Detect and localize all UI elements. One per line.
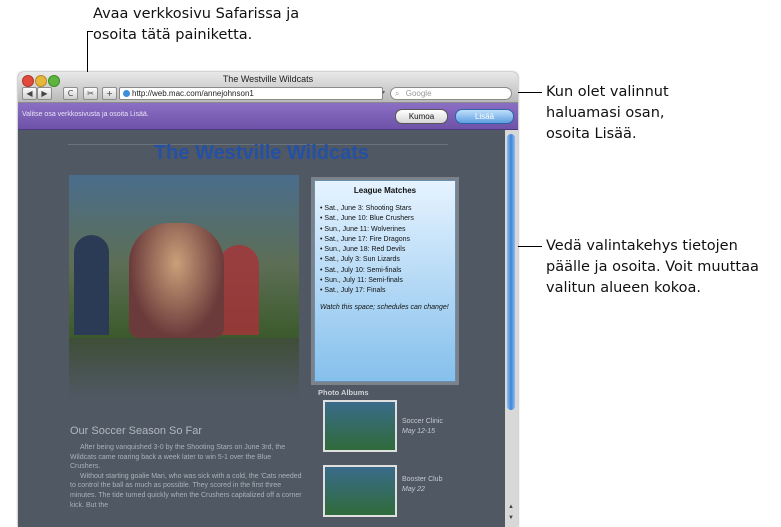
album-thumbnail[interactable] — [323, 465, 397, 517]
list-item: • Sun., July 11: Semi-finals — [320, 277, 403, 285]
albums-heading: Photo Albums — [318, 388, 369, 397]
web-clip-selection[interactable]: League Matches • Sat., June 3: Shooting … — [314, 180, 456, 382]
callout-line: Kun olet valinnut — [546, 84, 669, 100]
album-date: May 12-15 — [402, 428, 436, 435]
callout-leader — [87, 31, 93, 32]
search-placeholder: Google — [405, 89, 432, 98]
title-bar: The Westville Wildcats ◀ ▶ C ✂ + http://… — [18, 72, 518, 103]
globe-icon — [123, 90, 130, 97]
web-clip-instruction: Valitse osa verkkosivusta ja osoita Lisä… — [22, 111, 149, 118]
league-note: Watch this space; schedules can change! — [320, 303, 449, 311]
photo-figure — [129, 223, 224, 338]
site-title: The Westville Wildcats — [153, 142, 370, 164]
address-dropdown-icon[interactable]: ▾ — [382, 87, 389, 100]
list-item: • Sat., July 3: Sun Lizards — [320, 256, 400, 264]
add-bookmark-button[interactable]: + — [102, 87, 117, 100]
search-field[interactable]: ⌕ Google — [390, 87, 512, 100]
address-field[interactable]: http://web.mac.com/annejohnson1 — [119, 87, 383, 100]
web-clip-button[interactable]: ✂ — [83, 87, 98, 100]
photo-figure — [74, 235, 109, 335]
web-page: The Westville Wildcats League Matches • … — [18, 130, 505, 527]
photo-figure — [219, 245, 259, 335]
safari-window: The Westville Wildcats ◀ ▶ C ✂ + http://… — [18, 72, 518, 527]
league-list: • Sat., June 3: Shooting Stars • Sat., J… — [320, 204, 455, 297]
scroll-down-icon[interactable]: ▼ — [508, 515, 514, 521]
reload-button[interactable]: C — [63, 87, 78, 100]
add-button[interactable]: Lisää — [455, 109, 514, 124]
callout-leader — [514, 92, 542, 93]
list-item: • Sat., July 17: Finals — [320, 287, 386, 295]
album-title: Soccer Clinic — [402, 418, 443, 425]
list-item: • Sat., June 10: Blue Crushers — [320, 215, 414, 223]
list-item: • Sat., June 17: Fire Dragons — [320, 235, 410, 243]
callout-line: osoita Lisää. — [546, 126, 637, 142]
photo-reflection — [69, 338, 299, 398]
callout-line: Vedä valintakehys tietojen — [546, 238, 738, 254]
article-paragraph: After being vanquished 3-0 by the Shooti… — [70, 444, 286, 471]
back-button[interactable]: ◀ — [22, 87, 37, 100]
callout-line: osoita tätä painiketta. — [93, 27, 253, 43]
league-title: League Matches — [353, 186, 417, 195]
search-icon: ⌕ — [395, 89, 400, 98]
callout-line: haluamasi osan, — [546, 105, 665, 121]
album-date: May 22 — [402, 486, 425, 493]
vertical-scrollbar[interactable]: ▲ ▼ — [505, 130, 518, 527]
callout-frame: Vedä valintakehys tietojen päälle ja oso… — [546, 236, 759, 299]
window-title: The Westville Wildcats — [222, 74, 314, 84]
album-caption[interactable]: Soccer Clinic May 12-15 — [402, 417, 443, 437]
callout-open-page: Avaa verkkosivu Safarissa ja osoita tätä… — [93, 4, 299, 46]
list-item: • Sat., July 10: Semi-finals — [320, 266, 402, 274]
cancel-button[interactable]: Kumoa — [395, 109, 448, 124]
article-body: After being vanquished 3-0 by the Shooti… — [70, 443, 302, 510]
team-photo — [69, 175, 299, 338]
album-title: Booster Club — [402, 476, 443, 483]
list-item: • Sat., June 3: Shooting Stars — [320, 205, 412, 212]
callout-line: päälle ja osoita. Voit muuttaa — [546, 259, 759, 275]
article-paragraph: Without starting goalie Mari, who was si… — [70, 472, 302, 509]
album-caption[interactable]: Booster Club May 22 — [402, 475, 442, 495]
article-heading: Our Soccer Season So Far — [70, 425, 203, 437]
list-item: • Sun., June 18: Red Devils — [320, 246, 406, 254]
address-text: http://web.mac.com/annejohnson1 — [132, 89, 254, 98]
scroll-thumb[interactable] — [507, 134, 515, 410]
scroll-up-icon[interactable]: ▲ — [508, 504, 514, 510]
callout-add: Kun olet valinnut haluamasi osan, osoita… — [546, 82, 669, 145]
callout-line: Avaa verkkosivu Safarissa ja — [93, 6, 300, 22]
callout-line: valitun alueen kokoa. — [546, 280, 701, 296]
forward-button[interactable]: ▶ — [37, 87, 52, 100]
album-thumbnail[interactable] — [323, 400, 397, 452]
list-item: • Sun., June 11: Wolverines — [320, 225, 406, 233]
web-clip-bar: Valitse osa verkkosivusta ja osoita Lisä… — [18, 103, 518, 130]
